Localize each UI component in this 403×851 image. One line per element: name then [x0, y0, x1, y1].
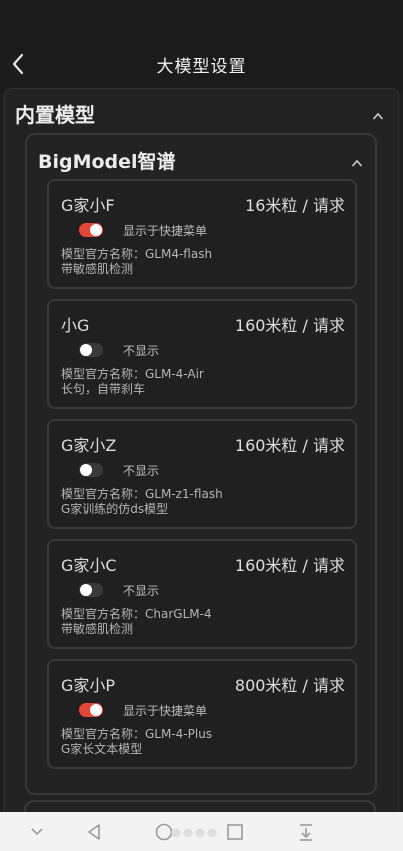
model-description: 模型官方名称：GLM-4-Air 长句，自带刹车 — [61, 367, 204, 397]
top-bar: 大模型设置 — [0, 0, 403, 92]
group-title: BigModel智谱 — [38, 151, 176, 173]
official-name: 模型官方名称：GLM4-flash — [61, 247, 213, 261]
toggle-label: 不显示 — [123, 344, 160, 358]
toggle-label: 显示于快捷菜单 — [123, 704, 208, 718]
toggle-knob — [80, 344, 92, 356]
group-header[interactable]: BigModel智谱 — [38, 147, 367, 173]
model-price: 160米粒 / 请求 — [234, 316, 345, 335]
model-description: 模型官方名称：CharGLM-4 带敏感肌检测 — [61, 607, 212, 637]
model-note: 带敏感肌检测 — [61, 622, 134, 636]
model-description: 模型官方名称：GLM-z1-flash G家训练的仿ds模型 — [61, 487, 223, 517]
model-description: 模型官方名称：GLM4-flash 带敏感肌检测 — [61, 247, 212, 277]
toggle-knob — [80, 464, 92, 476]
download-icon[interactable] — [297, 822, 315, 842]
section-header[interactable]: 内置模型 — [15, 99, 388, 127]
recents-square-icon[interactable] — [226, 822, 244, 842]
system-nav-bar — [0, 812, 403, 851]
builtin-models-section: 内置模型 BigModel智谱 G家小F 16米粒 / 请求 显示于快捷菜单 模… — [4, 88, 399, 848]
section-title: 内置模型 — [15, 103, 95, 127]
chevron-up-icon[interactable] — [372, 105, 384, 120]
toggle-knob — [90, 224, 102, 236]
toggle-knob — [90, 704, 102, 716]
back-triangle-icon[interactable] — [86, 822, 102, 842]
chevron-down-icon[interactable] — [30, 822, 44, 842]
model-price: 800米粒 / 请求 — [234, 676, 345, 695]
model-card: G家小P 800米粒 / 请求 显示于快捷菜单 模型官方名称：GLM-4-Plu… — [47, 659, 357, 769]
bigmodel-group: BigModel智谱 G家小F 16米粒 / 请求 显示于快捷菜单 模型官方名称… — [25, 133, 377, 795]
model-note: 带敏感肌检测 — [61, 262, 134, 276]
model-name: G家小F — [61, 196, 115, 215]
model-price: 16米粒 / 请求 — [245, 196, 345, 215]
model-price: 160米粒 / 请求 — [234, 556, 345, 575]
official-name: 模型官方名称：CharGLM-4 — [61, 607, 212, 621]
official-name: 模型官方名称：GLM-4-Air — [61, 367, 204, 381]
chevron-up-icon[interactable] — [351, 152, 363, 167]
quick-menu-toggle[interactable] — [79, 463, 103, 477]
model-note: G家训练的仿ds模型 — [61, 502, 169, 516]
toggle-label: 显示于快捷菜单 — [123, 224, 208, 238]
toggle-label: 不显示 — [123, 464, 160, 478]
toggle-knob — [80, 584, 92, 596]
model-name: G家小Z — [61, 436, 117, 455]
quick-menu-toggle[interactable] — [79, 583, 103, 597]
model-note: G家长文本模型 — [61, 742, 143, 756]
model-card: G家小F 16米粒 / 请求 显示于快捷菜单 模型官方名称：GLM4-flash… — [47, 179, 357, 289]
quick-menu-toggle[interactable] — [79, 343, 103, 357]
model-card: G家小C 160米粒 / 请求 不显示 模型官方名称：CharGLM-4 带敏感… — [47, 539, 357, 649]
quick-menu-toggle[interactable] — [79, 703, 103, 717]
official-name: 模型官方名称：GLM-4-Plus — [61, 727, 213, 741]
model-note: 长句，自带刹车 — [61, 382, 146, 396]
model-card: 小G 160米粒 / 请求 不显示 模型官方名称：GLM-4-Air 长句，自带… — [47, 299, 357, 409]
model-description: 模型官方名称：GLM-4-Plus G家长文本模型 — [61, 727, 212, 757]
model-name: G家小C — [61, 556, 117, 575]
quick-menu-toggle[interactable] — [79, 223, 103, 237]
official-name: 模型官方名称：GLM-z1-flash — [61, 487, 223, 501]
model-price: 160米粒 / 请求 — [234, 436, 345, 455]
model-card: G家小Z 160米粒 / 请求 不显示 模型官方名称：GLM-z1-flash … — [47, 419, 357, 529]
model-name: G家小P — [61, 676, 116, 695]
toggle-label: 不显示 — [123, 584, 160, 598]
model-name: 小G — [61, 316, 90, 335]
page-title: 大模型设置 — [156, 57, 247, 77]
